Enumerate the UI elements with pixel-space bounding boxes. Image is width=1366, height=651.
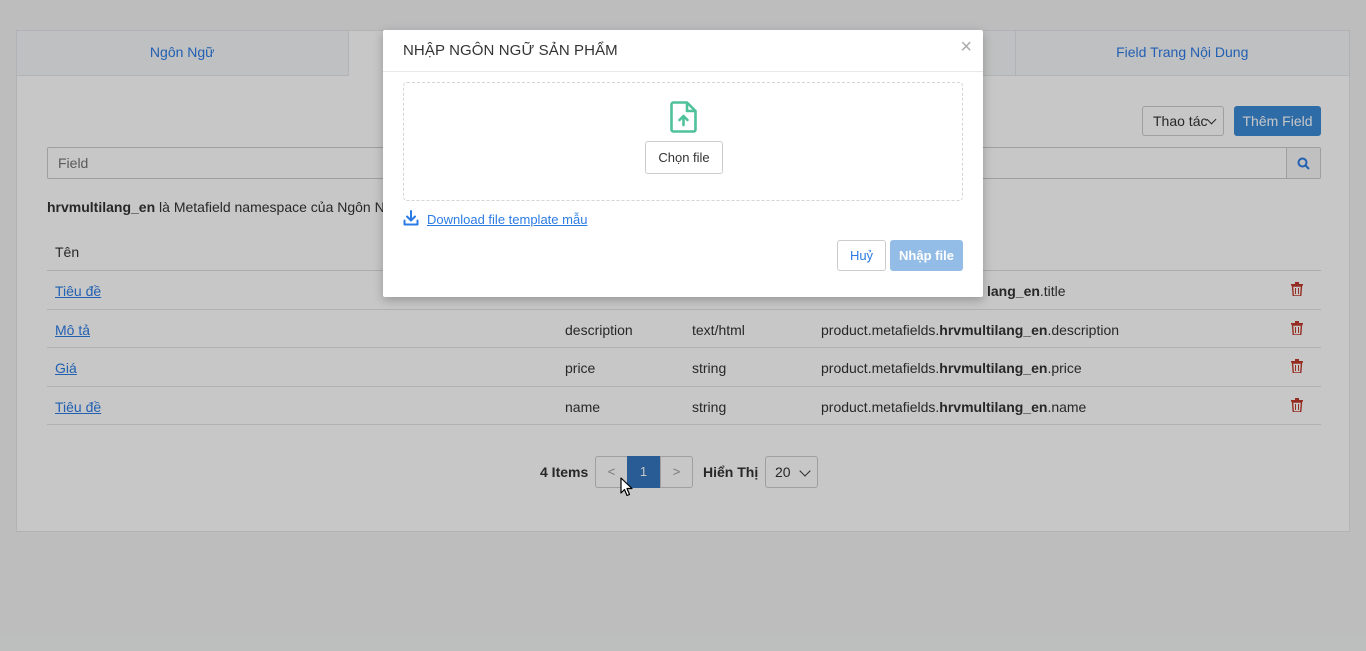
cancel-button[interactable]: Huỷ — [837, 240, 886, 271]
modal-header: NHẬP NGÔN NGỮ SẢN PHẨM × — [383, 30, 983, 72]
download-template-link[interactable]: Download file template mẫu — [427, 212, 587, 227]
download-icon — [403, 210, 419, 226]
close-icon[interactable]: × — [960, 37, 972, 57]
choose-file-button[interactable]: Chọn file — [645, 141, 723, 174]
import-language-modal: NHẬP NGÔN NGỮ SẢN PHẨM × Chọn file Downl… — [383, 30, 983, 297]
mouse-cursor-icon — [620, 477, 633, 497]
import-file-button[interactable]: Nhập file — [890, 240, 963, 271]
file-upload-icon — [670, 101, 697, 133]
modal-title: NHẬP NGÔN NGỮ SẢN PHẨM — [403, 42, 618, 59]
file-dropzone[interactable]: Chọn file — [403, 82, 963, 201]
